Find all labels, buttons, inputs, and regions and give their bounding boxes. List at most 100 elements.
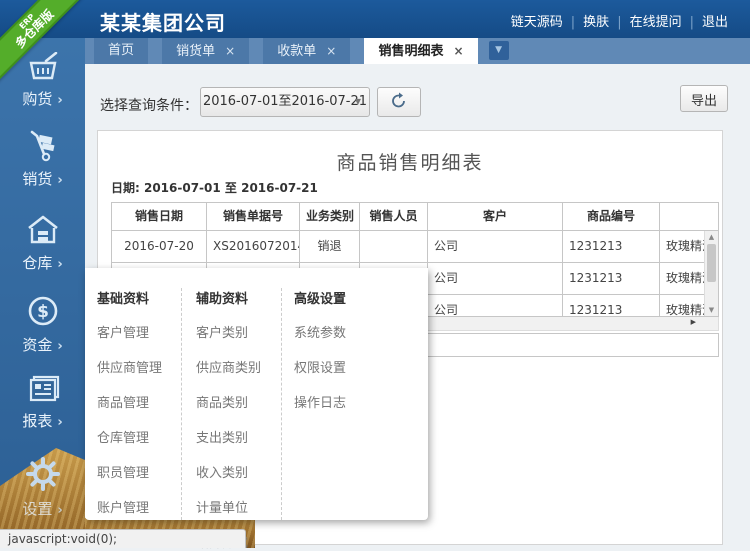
tab-home[interactable]: 首页 xyxy=(94,38,148,64)
popup-section-header: 高级设置 xyxy=(294,288,428,307)
cell-customer: 公司 xyxy=(428,263,563,294)
cart-icon xyxy=(26,130,60,162)
link-separator: | xyxy=(571,15,575,30)
chevron-right-icon: › xyxy=(57,257,62,272)
tab-list-dropdown[interactable]: ▼ xyxy=(489,41,509,60)
sidebar-label: 购货 xyxy=(22,90,52,108)
menu-item-supplier-mgmt[interactable]: 供应商管理 xyxy=(97,357,181,376)
cell-sale-date: 2016-07-20 xyxy=(112,231,207,262)
date-range-select[interactable]: 2016-07-01至2016-07-21 ▼ xyxy=(200,87,370,117)
close-tab-icon[interactable]: × xyxy=(453,44,463,58)
chevron-right-icon: › xyxy=(57,339,62,354)
tab-sales-detail[interactable]: 销售明细表× xyxy=(364,38,477,64)
dollar-icon: $ xyxy=(26,294,60,328)
table-header-row: 销售日期 销售单据号 业务类别 销售人员 客户 商品编号 xyxy=(111,202,719,231)
menu-item-product-mgmt[interactable]: 商品管理 xyxy=(97,392,181,411)
col-header: 业务类别 xyxy=(300,203,360,230)
menu-item-income-category[interactable]: 收入类别 xyxy=(196,462,281,481)
link-logout[interactable]: 退出 xyxy=(702,15,728,30)
sidebar-item-reports[interactable]: 报表 › xyxy=(0,374,85,431)
popup-column-advanced: 高级设置 系统参数 权限设置 操作日志 xyxy=(281,288,428,520)
cell-customer: 公司 xyxy=(428,231,563,262)
cell-salesperson xyxy=(360,231,428,262)
sidebar-item-warehouse[interactable]: 仓库 › xyxy=(0,214,85,273)
sidebar-item-sales[interactable]: 销货 › xyxy=(0,130,85,189)
report-icon xyxy=(25,374,61,404)
refresh-button[interactable] xyxy=(377,87,421,117)
menu-item-operation-log[interactable]: 操作日志 xyxy=(294,392,428,411)
col-header: 商品编号 xyxy=(563,203,660,230)
table-row[interactable]: 2016-07-20 XS20160720145855 销退 公司 123121… xyxy=(112,231,718,263)
basket-icon xyxy=(26,52,60,82)
export-button[interactable]: 导出 xyxy=(680,85,728,112)
menu-item-staff-mgmt[interactable]: 职员管理 xyxy=(97,462,181,481)
cell-product-code: 1231213 xyxy=(563,231,660,262)
report-date-range: 日期: 2016-07-01 至 2016-07-21 xyxy=(111,179,318,196)
top-links: 链天源码 | 换肤 | 在线提问 | 退出 xyxy=(503,11,736,30)
tab-label: 销货单 xyxy=(176,44,215,59)
chevron-right-icon: › xyxy=(57,415,62,430)
cell-order-no: XS20160720145855 xyxy=(207,231,300,262)
sidebar-label: 仓库 xyxy=(22,254,52,272)
vertical-scrollbar[interactable]: ▲ ▼ xyxy=(704,231,718,316)
chevron-down-icon: ▼ xyxy=(495,45,502,55)
tab-label: 首页 xyxy=(108,43,134,58)
popup-section-header: 辅助资料 xyxy=(196,288,281,307)
tab-sales-order[interactable]: 销货单 × xyxy=(162,38,249,64)
refresh-icon xyxy=(390,92,408,110)
cell-product-code: 1231213 xyxy=(563,263,660,294)
tab-receipt[interactable]: 收款单 × xyxy=(263,38,350,64)
sidebar-label: 资金 xyxy=(22,336,52,354)
link-separator: | xyxy=(690,15,694,30)
menu-item-warehouse-mgmt[interactable]: 仓库管理 xyxy=(97,427,181,446)
menu-item-supplier-category[interactable]: 供应商类别 xyxy=(196,357,281,376)
col-header: 销售人员 xyxy=(360,203,428,230)
top-header-bar: 某某集团公司 链天源码 | 换肤 | 在线提问 | 退出 xyxy=(0,0,750,38)
link-online-help[interactable]: 在线提问 xyxy=(630,15,682,30)
date-range-value: 2016-07-01至2016-07-21 xyxy=(203,94,367,109)
menu-item-customer-mgmt[interactable]: 客户管理 xyxy=(97,322,181,341)
cell-product-code: 1231213 xyxy=(563,295,660,317)
menu-item-permission-settings[interactable]: 权限设置 xyxy=(294,357,428,376)
col-header xyxy=(660,203,720,230)
scroll-right-icon[interactable]: ▶ xyxy=(691,318,696,326)
popup-column-auxiliary: 辅助资料 客户类别 供应商类别 商品类别 支出类别 收入类别 计量单位 结算方式 xyxy=(181,288,281,520)
link-separator: | xyxy=(617,15,621,30)
link-skin[interactable]: 换肤 xyxy=(583,15,609,30)
status-text: javascript:void(0); xyxy=(8,532,117,546)
report-title: 商品销售明细表 xyxy=(98,148,722,175)
browser-status-tooltip: javascript:void(0); xyxy=(0,529,246,548)
sidebar-label: 报表 xyxy=(22,412,52,430)
scroll-up-icon[interactable]: ▲ xyxy=(705,231,718,243)
col-header: 销售单据号 xyxy=(207,203,300,230)
warehouse-icon xyxy=(25,214,61,246)
caret-down-icon: ▼ xyxy=(355,88,361,116)
sidebar-item-funds[interactable]: $ 资金 › xyxy=(0,294,85,355)
sidebar-label: 设置 xyxy=(22,500,52,518)
query-condition-label: 选择查询条件： xyxy=(100,95,198,115)
col-header: 客户 xyxy=(428,203,563,230)
menu-item-customer-category[interactable]: 客户类别 xyxy=(196,322,281,341)
close-tab-icon[interactable]: × xyxy=(326,44,336,58)
link-source[interactable]: 链天源码 xyxy=(511,15,563,30)
chevron-right-icon: › xyxy=(57,93,62,108)
settings-popup-menu: 基础资料 客户管理 供应商管理 商品管理 仓库管理 职员管理 账户管理 辅助资料… xyxy=(85,268,428,520)
menu-item-product-category[interactable]: 商品类别 xyxy=(196,392,281,411)
menu-item-unit-of-measure[interactable]: 计量单位 xyxy=(196,497,281,516)
scrollbar-thumb[interactable] xyxy=(707,244,716,282)
popup-column-basic: 基础资料 客户管理 供应商管理 商品管理 仓库管理 职员管理 账户管理 xyxy=(97,288,181,520)
sidebar: 购货› 销货› 仓库› $ 资金› 报 xyxy=(0,38,85,548)
cell-biz-type: 销退 xyxy=(300,231,360,262)
chevron-right-icon: › xyxy=(57,173,62,188)
sidebar-label: 销货 xyxy=(22,170,52,188)
menu-item-system-params[interactable]: 系统参数 xyxy=(294,322,428,341)
scroll-down-icon[interactable]: ▼ xyxy=(705,304,718,316)
app-title: 某某集团公司 xyxy=(100,7,226,36)
popup-section-header: 基础资料 xyxy=(97,288,181,307)
sidebar-item-settings[interactable]: 设置 › xyxy=(0,456,85,519)
chevron-right-icon: › xyxy=(57,503,62,518)
close-tab-icon[interactable]: × xyxy=(225,44,235,58)
tab-label: 收款单 xyxy=(277,44,316,59)
menu-item-account-mgmt[interactable]: 账户管理 xyxy=(97,497,181,516)
menu-item-expense-category[interactable]: 支出类别 xyxy=(196,427,281,446)
